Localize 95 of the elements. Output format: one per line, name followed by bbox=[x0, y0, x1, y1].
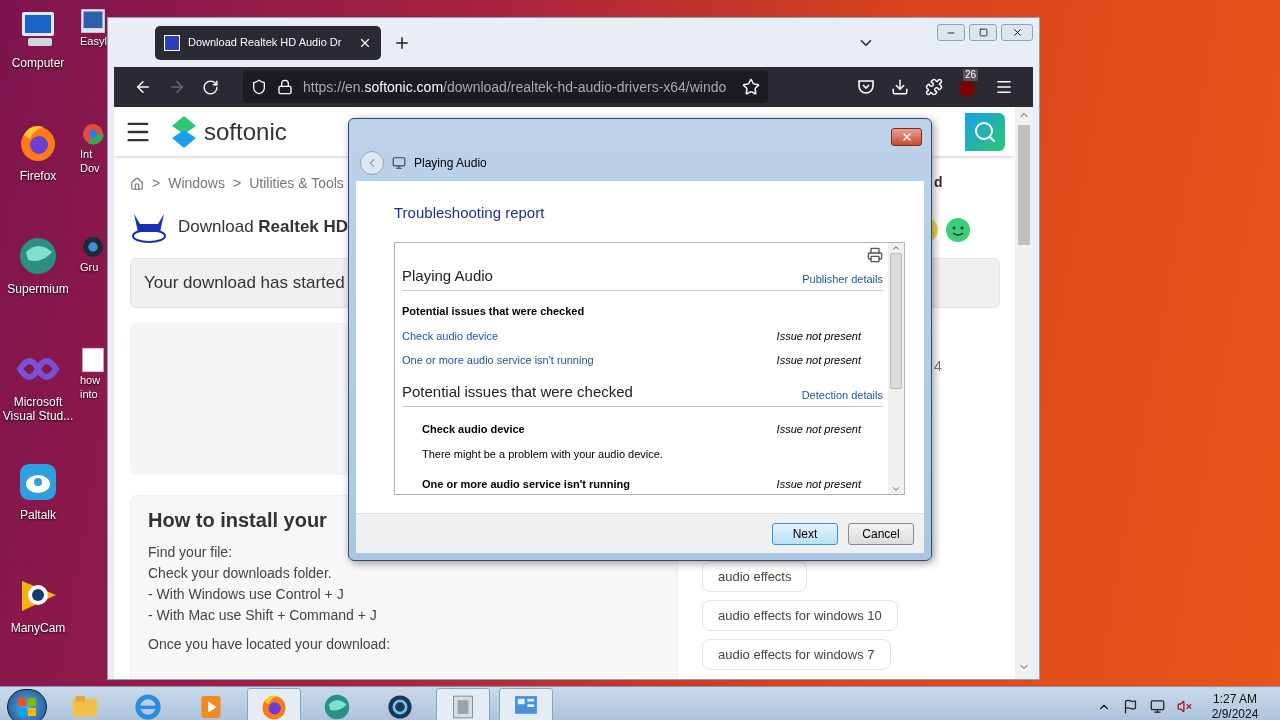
issue-status: Issue not present bbox=[776, 353, 861, 368]
page-title: Download Realtek HD bbox=[178, 216, 349, 239]
shortcut-label: Firefox bbox=[19, 169, 57, 183]
issue-description: There might be a problem with your audio device. bbox=[422, 446, 664, 462]
lock-icon bbox=[277, 79, 293, 95]
print-icon[interactable] bbox=[867, 246, 883, 263]
extension-badge: 26 bbox=[963, 69, 979, 81]
app-icon bbox=[133, 691, 163, 720]
favicon-icon bbox=[164, 34, 180, 51]
download-icon[interactable] bbox=[891, 78, 909, 96]
shortcut-label: Computer bbox=[11, 56, 65, 70]
card-heading: How to install your bbox=[148, 508, 328, 532]
browser-tab[interactable]: Download Realtek HD Audio Dr bbox=[155, 25, 381, 60]
issue-status: Issue not present bbox=[776, 477, 861, 492]
search-icon bbox=[973, 119, 997, 144]
step-heading: Find your file: bbox=[148, 543, 234, 561]
breadcrumb-link[interactable]: Windows bbox=[168, 173, 225, 194]
issue-status: Issue not present bbox=[776, 422, 861, 437]
step-heading: Once you have located your download: bbox=[148, 635, 392, 653]
shortcut-label: Int bbox=[80, 147, 93, 161]
menu-icon[interactable] bbox=[995, 78, 1013, 96]
site-logo-text[interactable]: softonic bbox=[204, 113, 287, 150]
shortcut-label: Easyl bbox=[80, 34, 107, 48]
close-icon bbox=[1011, 27, 1023, 38]
pocket-icon[interactable] bbox=[857, 78, 875, 96]
breadcrumb-link[interactable]: Utilities & Tools bbox=[249, 173, 344, 194]
report-heading: Troubleshooting report bbox=[394, 203, 546, 223]
section-title: Playing Audio bbox=[402, 265, 493, 286]
windows-logo-icon bbox=[17, 696, 37, 717]
shortcut-label: ManyCam bbox=[10, 621, 66, 635]
muted-speaker-icon[interactable] bbox=[1177, 699, 1192, 714]
close-icon bbox=[900, 131, 913, 143]
scroll-thumb[interactable] bbox=[1018, 125, 1030, 245]
publisher-details-link[interactable]: Publisher details bbox=[802, 270, 883, 287]
desktop-shortcut[interactable]: Supermium bbox=[0, 234, 76, 296]
scrollbar[interactable] bbox=[1015, 107, 1033, 679]
shortcut-label: Paltalk bbox=[20, 508, 56, 522]
scrollbar[interactable] bbox=[888, 242, 904, 494]
shortcut-label: Dov bbox=[80, 161, 100, 175]
dialog-button[interactable]: Next bbox=[772, 522, 838, 545]
shortcut-label: into bbox=[80, 387, 98, 401]
reload-icon[interactable] bbox=[202, 78, 219, 96]
smiley-icon[interactable] bbox=[946, 218, 970, 242]
tag-chip[interactable]: audio effects for windows 10 bbox=[702, 600, 898, 631]
home-icon[interactable] bbox=[130, 176, 144, 191]
logo-icon bbox=[170, 115, 198, 148]
address-bar[interactable]: https://en.softonic.com/download/realtek-hd-audio-drivers-x64/windo bbox=[243, 71, 768, 103]
instruction-line: Check your downloads folder. bbox=[148, 564, 333, 582]
url-text: https://en.softonic.com/download/realtek-hd-audio-drivers-x64/windo bbox=[303, 77, 728, 97]
extensions-icon[interactable] bbox=[925, 78, 943, 96]
flag-icon[interactable] bbox=[1123, 699, 1138, 714]
clock[interactable]: 1:27 AM 2/9/2024 bbox=[1200, 691, 1270, 720]
tag-chip[interactable]: audio effects bbox=[702, 561, 808, 592]
app-icon bbox=[80, 347, 106, 373]
app-icon bbox=[80, 234, 106, 260]
app-icon bbox=[80, 121, 106, 147]
maximize-icon bbox=[978, 28, 988, 37]
shortcut-label: Gru bbox=[80, 260, 99, 274]
scroll-thumb[interactable] bbox=[890, 252, 902, 389]
back-button[interactable] bbox=[360, 151, 384, 175]
tag-chip[interactable]: audio effects for windows 7 bbox=[702, 639, 891, 670]
instruction-line: - With Mac use Shift + Command + J bbox=[148, 606, 378, 624]
close-button[interactable] bbox=[891, 128, 922, 146]
dialog-title: Playing Audio bbox=[414, 155, 487, 172]
issue-name: Check audio device bbox=[422, 422, 525, 437]
text-fragment: 4 bbox=[934, 357, 942, 376]
start-button[interactable] bbox=[7, 688, 47, 720]
heading-fragment: d bbox=[934, 173, 943, 192]
instruction-line: - With Windows use Control + J bbox=[148, 585, 345, 603]
issue-status: Issue not present bbox=[776, 328, 861, 344]
dialog-button[interactable]: Cancel bbox=[848, 522, 914, 545]
desktop-shortcut[interactable]: ManyCam bbox=[0, 573, 76, 635]
network-icon[interactable] bbox=[1150, 699, 1165, 714]
shortcut-label: Microsoft Visual Stud... bbox=[1, 395, 75, 423]
issue-name: One or more audio service isn't running bbox=[422, 477, 630, 492]
section-title: Potential issues that were checked bbox=[402, 381, 633, 402]
app-icon bbox=[80, 8, 106, 34]
issue-link[interactable]: One or more audio service isn't running bbox=[402, 352, 594, 369]
desktop-shortcut[interactable]: Computer bbox=[0, 8, 76, 70]
desktop-shortcut[interactable]: Firefox bbox=[0, 121, 76, 183]
breadcrumb-separator: > bbox=[233, 174, 242, 193]
desktop-shortcut[interactable]: Microsoft Visual Stud... bbox=[0, 347, 76, 423]
breadcrumb-separator: > bbox=[152, 174, 161, 193]
shortcut-label: how bbox=[80, 373, 101, 387]
desktop-shortcut[interactable]: Paltalk bbox=[0, 460, 76, 522]
issue-link[interactable]: Check audio device bbox=[402, 327, 498, 344]
shortcut-label: Supermium bbox=[7, 282, 69, 296]
back-icon[interactable] bbox=[134, 78, 152, 96]
taskbar-button[interactable] bbox=[247, 688, 301, 720]
detection-details-link[interactable]: Detection details bbox=[801, 386, 883, 403]
search-button[interactable] bbox=[965, 112, 1005, 151]
bookmark-star-icon[interactable] bbox=[742, 78, 760, 96]
shield-icon bbox=[251, 79, 267, 95]
maximize-button[interactable] bbox=[969, 24, 997, 41]
minimize-button[interactable] bbox=[937, 24, 965, 41]
